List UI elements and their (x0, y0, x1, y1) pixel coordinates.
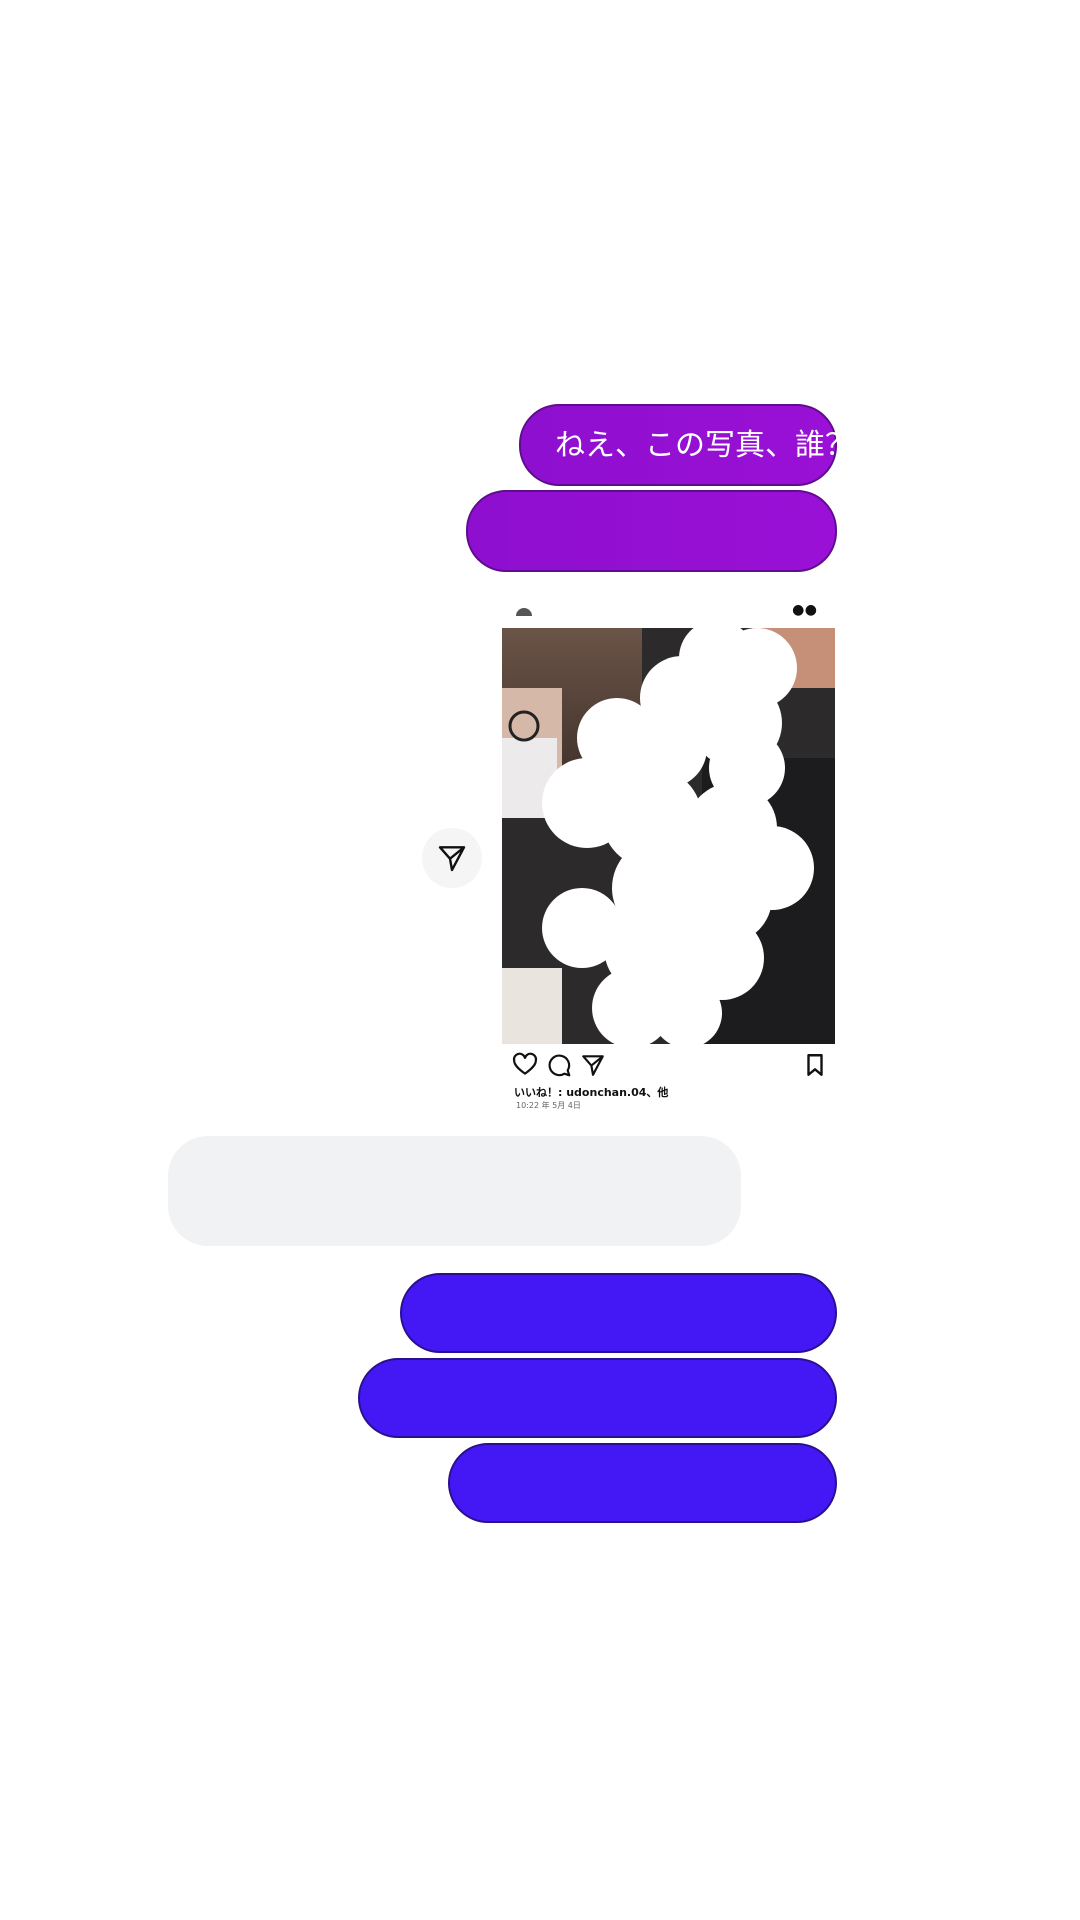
post-image (502, 628, 835, 1044)
message-text: ねえ、この写真、誰？ (555, 428, 855, 463)
more-icon[interactable]: ● ● (792, 602, 817, 618)
message-bubble-sent[interactable]: ねえ、この写真、誰？ (519, 404, 855, 486)
share-post-button[interactable] (422, 828, 482, 888)
post-photo[interactable] (502, 628, 835, 1044)
message-bubble-sent[interactable] (466, 490, 837, 572)
comment-icon[interactable] (546, 1052, 572, 1078)
message-bubble-sent[interactable] (448, 1443, 837, 1523)
chat-thread: ねえ、この写真、誰？ ● ● いいね！: udonchan.04、他 10:22… (0, 0, 1080, 1920)
post-date: 10:22 年 5月 4日 (516, 1101, 581, 1110)
send-icon[interactable] (580, 1052, 606, 1078)
avatar (516, 608, 532, 616)
message-bubble-sent[interactable] (358, 1358, 837, 1438)
post-header: ● ● (500, 600, 835, 626)
message-bubble-sent[interactable] (400, 1273, 837, 1353)
heart-icon[interactable] (512, 1052, 538, 1078)
shared-post[interactable]: ● ● いいね！: udonchan.04、他 10:22 年 5月 4日 (500, 600, 835, 1110)
bookmark-icon[interactable] (802, 1052, 828, 1078)
send-icon (438, 846, 466, 872)
post-likes[interactable]: いいね！: udonchan.04、他 (514, 1084, 668, 1100)
message-bubble-received[interactable] (168, 1136, 741, 1246)
post-actions (512, 1052, 832, 1080)
